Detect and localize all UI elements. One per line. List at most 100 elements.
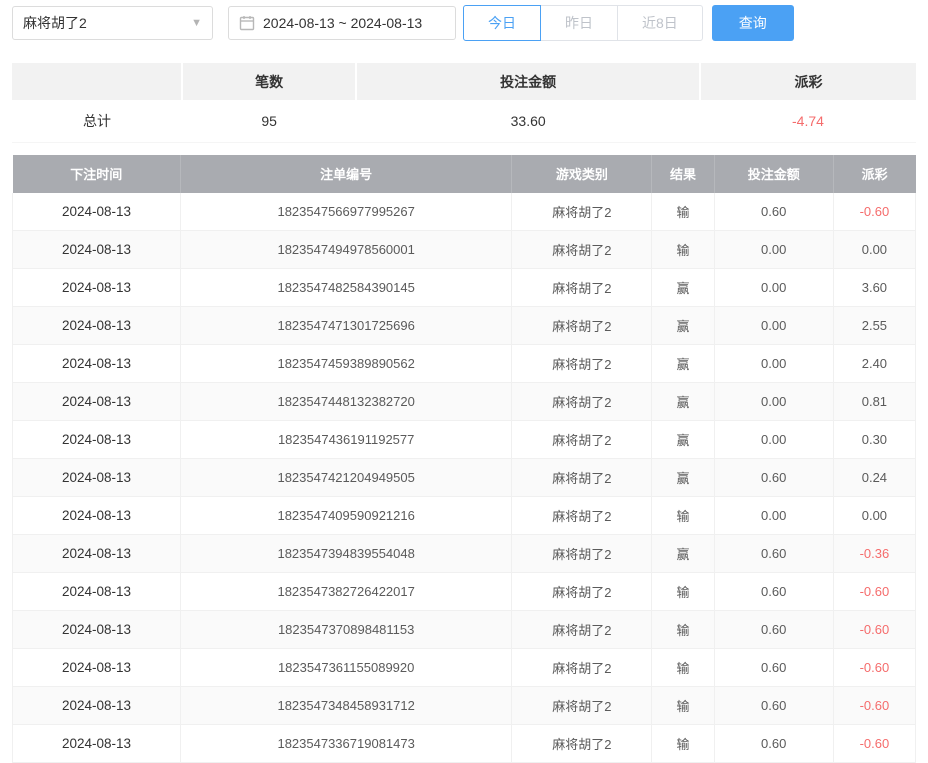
header-game-type: 游戏类别 bbox=[512, 155, 652, 193]
table-row: 2024-08-131823547448132382720麻将胡了2赢0.000… bbox=[13, 383, 916, 421]
payout-cell: -0.60 bbox=[833, 193, 915, 231]
bet-id-cell: 1823547336719081473 bbox=[180, 725, 511, 763]
result-cell: 赢 bbox=[652, 459, 714, 497]
payout-cell: -0.60 bbox=[833, 573, 915, 611]
bet-id-cell: 1823547482584390145 bbox=[180, 269, 511, 307]
bet-amount-cell: 0.60 bbox=[714, 687, 833, 725]
bet-id-cell: 1823547409590921216 bbox=[180, 497, 511, 535]
bet-date-cell: 2024-08-13 bbox=[13, 725, 181, 763]
table-row: 2024-08-131823547336719081473麻将胡了2输0.60-… bbox=[13, 725, 916, 763]
bet-date-cell: 2024-08-13 bbox=[13, 573, 181, 611]
result-cell: 赢 bbox=[652, 535, 714, 573]
bet-amount-cell: 0.60 bbox=[714, 725, 833, 763]
bet-id-cell: 1823547382726422017 bbox=[180, 573, 511, 611]
bet-table: 下注时间 注单编号 游戏类别 结果 投注金额 派彩 2024-08-131823… bbox=[12, 155, 916, 763]
bet-id-cell: 1823547348458931712 bbox=[180, 687, 511, 725]
result-cell: 输 bbox=[652, 573, 714, 611]
bet-id-cell: 1823547394839554048 bbox=[180, 535, 511, 573]
payout-cell: 2.55 bbox=[833, 307, 915, 345]
game-type-cell: 麻将胡了2 bbox=[512, 535, 652, 573]
bet-amount-cell: 0.00 bbox=[714, 421, 833, 459]
bet-date-cell: 2024-08-13 bbox=[13, 345, 181, 383]
result-cell: 赢 bbox=[652, 307, 714, 345]
game-type-cell: 麻将胡了2 bbox=[512, 383, 652, 421]
table-row: 2024-08-131823547482584390145麻将胡了2赢0.003… bbox=[13, 269, 916, 307]
table-row: 2024-08-131823547436191192577麻将胡了2赢0.000… bbox=[13, 421, 916, 459]
summary-bet-amount: 33.60 bbox=[356, 100, 700, 142]
bet-amount-cell: 0.60 bbox=[714, 535, 833, 573]
summary-table: 笔数 投注金额 派彩 总计 95 33.60 -4.74 bbox=[12, 63, 916, 143]
game-select[interactable]: 麻将胡了2 ▼ bbox=[12, 6, 213, 40]
header-bet-amount: 投注金额 bbox=[714, 155, 833, 193]
bet-id-cell: 1823547370898481153 bbox=[180, 611, 511, 649]
table-row: 2024-08-131823547471301725696麻将胡了2赢0.002… bbox=[13, 307, 916, 345]
bet-amount-cell: 0.60 bbox=[714, 193, 833, 231]
search-button[interactable]: 查询 bbox=[712, 5, 794, 41]
game-select-value: 麻将胡了2 bbox=[23, 13, 87, 33]
result-cell: 输 bbox=[652, 231, 714, 269]
bet-amount-cell: 0.00 bbox=[714, 269, 833, 307]
payout-cell: -0.60 bbox=[833, 611, 915, 649]
table-row: 2024-08-131823547494978560001麻将胡了2输0.000… bbox=[13, 231, 916, 269]
header-bet-time: 下注时间 bbox=[13, 155, 181, 193]
bet-date-cell: 2024-08-13 bbox=[13, 535, 181, 573]
bet-date-cell: 2024-08-13 bbox=[13, 497, 181, 535]
bet-id-cell: 1823547448132382720 bbox=[180, 383, 511, 421]
bet-amount-cell: 0.00 bbox=[714, 345, 833, 383]
result-cell: 输 bbox=[652, 649, 714, 687]
game-type-cell: 麻将胡了2 bbox=[512, 497, 652, 535]
filter-toolbar: 麻将胡了2 ▼ 2024-08-13 ~ 2024-08-13 今日 昨日 近8… bbox=[12, 5, 916, 41]
last-8-days-button[interactable]: 近8日 bbox=[617, 5, 703, 41]
bet-date-cell: 2024-08-13 bbox=[13, 231, 181, 269]
table-row: 2024-08-131823547394839554048麻将胡了2赢0.60-… bbox=[13, 535, 916, 573]
summary-header-bet-amount: 投注金额 bbox=[356, 63, 700, 100]
payout-cell: -0.60 bbox=[833, 725, 915, 763]
payout-cell: 0.24 bbox=[833, 459, 915, 497]
summary-header-blank bbox=[12, 63, 182, 100]
table-row: 2024-08-131823547370898481153麻将胡了2输0.60-… bbox=[13, 611, 916, 649]
game-type-cell: 麻将胡了2 bbox=[512, 687, 652, 725]
summary-header-count: 笔数 bbox=[182, 63, 356, 100]
today-button[interactable]: 今日 bbox=[463, 5, 541, 41]
payout-cell: 0.30 bbox=[833, 421, 915, 459]
bet-amount-cell: 0.60 bbox=[714, 459, 833, 497]
header-result: 结果 bbox=[652, 155, 714, 193]
payout-cell: 0.00 bbox=[833, 231, 915, 269]
game-type-cell: 麻将胡了2 bbox=[512, 649, 652, 687]
payout-cell: 0.81 bbox=[833, 383, 915, 421]
result-cell: 输 bbox=[652, 497, 714, 535]
bet-date-cell: 2024-08-13 bbox=[13, 649, 181, 687]
bet-amount-cell: 0.60 bbox=[714, 573, 833, 611]
bet-amount-cell: 0.00 bbox=[714, 383, 833, 421]
game-type-cell: 麻将胡了2 bbox=[512, 231, 652, 269]
result-cell: 输 bbox=[652, 687, 714, 725]
result-cell: 赢 bbox=[652, 421, 714, 459]
table-row: 2024-08-131823547382726422017麻将胡了2输0.60-… bbox=[13, 573, 916, 611]
table-row: 2024-08-131823547409590921216麻将胡了2输0.000… bbox=[13, 497, 916, 535]
header-payout: 派彩 bbox=[833, 155, 915, 193]
game-type-cell: 麻将胡了2 bbox=[512, 193, 652, 231]
bet-amount-cell: 0.60 bbox=[714, 649, 833, 687]
bet-table-header-row: 下注时间 注单编号 游戏类别 结果 投注金额 派彩 bbox=[13, 155, 916, 193]
bet-date-cell: 2024-08-13 bbox=[13, 421, 181, 459]
game-type-cell: 麻将胡了2 bbox=[512, 269, 652, 307]
bet-amount-cell: 0.00 bbox=[714, 307, 833, 345]
bet-id-cell: 1823547361155089920 bbox=[180, 649, 511, 687]
yesterday-button[interactable]: 昨日 bbox=[540, 5, 618, 41]
header-bet-id: 注单编号 bbox=[180, 155, 511, 193]
bet-date-cell: 2024-08-13 bbox=[13, 193, 181, 231]
date-range-picker[interactable]: 2024-08-13 ~ 2024-08-13 bbox=[228, 6, 456, 40]
result-cell: 输 bbox=[652, 725, 714, 763]
summary-payout: -4.74 bbox=[700, 100, 916, 142]
bet-date-cell: 2024-08-13 bbox=[13, 307, 181, 345]
bet-date-cell: 2024-08-13 bbox=[13, 383, 181, 421]
payout-cell: 3.60 bbox=[833, 269, 915, 307]
bet-amount-cell: 0.00 bbox=[714, 231, 833, 269]
table-row: 2024-08-131823547421204949505麻将胡了2赢0.600… bbox=[13, 459, 916, 497]
bet-date-cell: 2024-08-13 bbox=[13, 611, 181, 649]
bet-id-cell: 1823547471301725696 bbox=[180, 307, 511, 345]
result-cell: 赢 bbox=[652, 383, 714, 421]
result-cell: 赢 bbox=[652, 345, 714, 383]
bet-date-cell: 2024-08-13 bbox=[13, 269, 181, 307]
game-type-cell: 麻将胡了2 bbox=[512, 421, 652, 459]
